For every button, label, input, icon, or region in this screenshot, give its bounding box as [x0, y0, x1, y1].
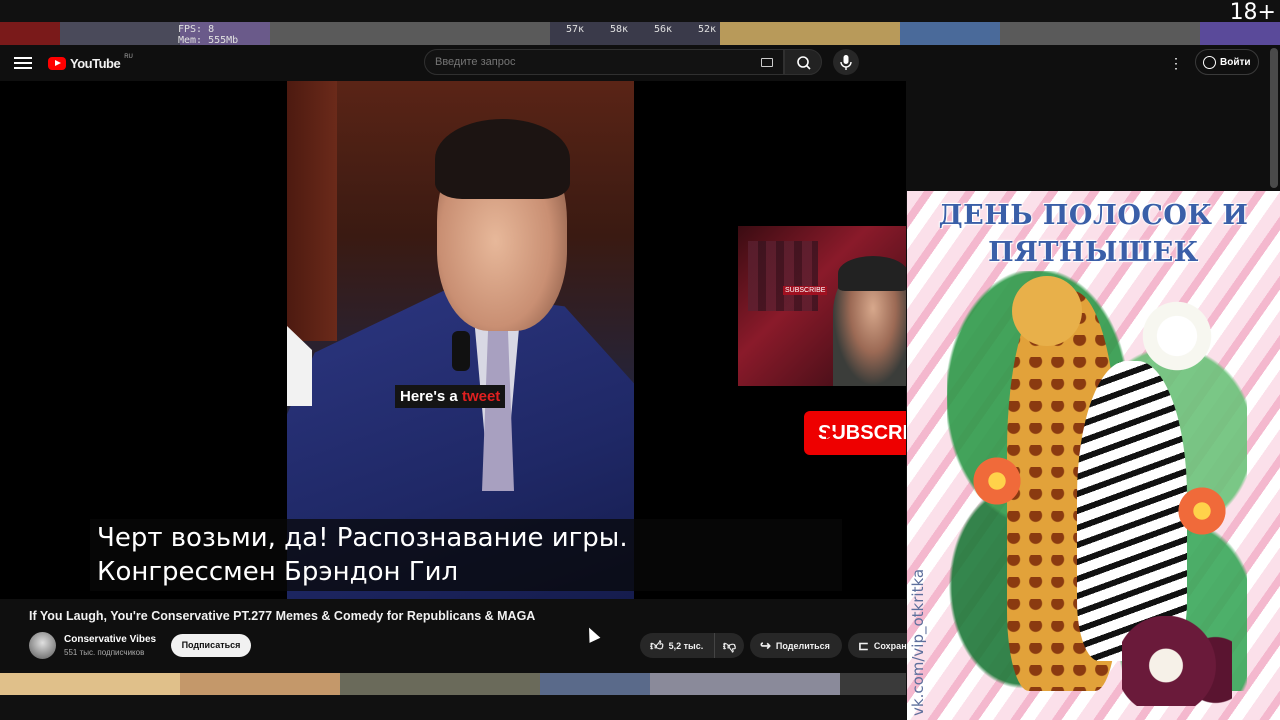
- game-tile: [0, 673, 180, 695]
- mangosteen-fruit: [1122, 616, 1232, 706]
- subtitle-line: Конгрессмен Брэндон Гил: [97, 557, 459, 587]
- game-tile: [1200, 22, 1280, 45]
- caption-accent: tweet: [461, 388, 501, 405]
- game-overlay-bottom: [0, 673, 906, 720]
- giraffe-head: [1012, 276, 1082, 346]
- caption-main: Here's a: [400, 388, 462, 405]
- subscriber-count: 551 тыс. подписчиков: [64, 648, 145, 657]
- background-wall: [287, 81, 337, 341]
- game-overlay-top: FPS: 8 Mem: 555Mb 57к 58к 56к 52к 18+: [0, 0, 1280, 45]
- like-count: 5,2 тыс.: [668, 640, 704, 651]
- share-label: Поделиться: [775, 640, 830, 651]
- flower: [1172, 481, 1232, 541]
- overlay-black-bar: [0, 0, 1280, 22]
- voice-search-button[interactable]: [833, 49, 859, 75]
- youtube-header: YouTube RU ⋮ Войти: [0, 45, 1268, 81]
- bookmark-icon: ⊏: [858, 638, 869, 653]
- search-button[interactable]: [784, 49, 822, 75]
- greeting-card-image: ДЕНЬ ПОЛОСОК И ПЯТНЫШЕК vk.com/vip_otkri…: [907, 191, 1280, 720]
- card-watermark: vk.com/vip_otkritka: [907, 531, 933, 716]
- age-rating-badge: 18+: [1229, 0, 1276, 25]
- game-tile: [270, 22, 550, 45]
- video-title: If You Laugh, You're Conservative PT.277…: [29, 609, 536, 623]
- game-tile: [340, 673, 540, 695]
- share-button[interactable]: ↪ Поделиться: [750, 633, 842, 658]
- subtitle-line: Черт возьми, да! Распознавание игры.: [97, 523, 628, 553]
- game-tile: [0, 22, 60, 45]
- search-input[interactable]: [435, 56, 735, 68]
- stat-value: 57к: [566, 24, 585, 35]
- facecam-sign: SUBSCRIBE: [783, 286, 828, 295]
- mem-counter: Mem: 555Mb: [178, 35, 239, 46]
- card-url: vk.com/vip_otkritka: [909, 568, 927, 716]
- facecam-hat: [838, 256, 906, 291]
- logo-text: YouTube: [70, 55, 121, 71]
- signin-button[interactable]: Войти: [1195, 49, 1259, 75]
- thumbs-up-icon: 👍︎: [650, 638, 664, 653]
- game-tile: [1000, 22, 1200, 45]
- game-tile: [540, 673, 650, 695]
- game-tile: [720, 22, 900, 45]
- logo-region: RU: [124, 54, 133, 60]
- stat-value: 52к: [698, 24, 717, 35]
- mouse-cursor: [583, 625, 601, 643]
- share-icon: ↪: [760, 638, 771, 653]
- card-title-line: ДЕНЬ ПОЛОСОК И: [938, 200, 1249, 231]
- card-title-line: ПЯТНЫШЕК: [988, 237, 1199, 268]
- keyboard-icon[interactable]: [761, 58, 773, 67]
- facecam: SUBSCRIBE: [738, 226, 906, 386]
- youtube-logo[interactable]: YouTube RU: [48, 54, 133, 72]
- subscribe-overlay: SUBSCRIBE: [804, 411, 906, 455]
- flower: [1137, 296, 1217, 376]
- hamburger-menu-icon[interactable]: [14, 54, 32, 72]
- facecam-shelf: [748, 241, 818, 311]
- video-info: If You Laugh, You're Conservative PT.277…: [0, 599, 928, 673]
- stat-value: 58к: [610, 24, 629, 35]
- channel-avatar[interactable]: [29, 632, 56, 659]
- save-label: Сохран: [873, 640, 907, 651]
- thumbs-down-icon: 👎︎: [722, 638, 737, 653]
- person-hair: [435, 119, 570, 199]
- scrollbar-thumb[interactable]: [1270, 48, 1278, 188]
- microphone: [452, 331, 470, 371]
- flower: [967, 451, 1027, 511]
- fps-counter: FPS: 8: [178, 24, 215, 35]
- card-title: ДЕНЬ ПОЛОСОК И ПЯТНЫШЕК: [907, 197, 1280, 271]
- microphone-icon: [840, 55, 852, 70]
- account-icon: [1203, 55, 1216, 69]
- signin-label: Войти: [1220, 56, 1251, 68]
- search-box[interactable]: [424, 49, 784, 75]
- game-tile: [840, 673, 906, 695]
- like-button[interactable]: 👍︎ 5,2 тыс.: [640, 633, 714, 658]
- subtitles: Черт возьми, да! Распознавание игры. Кон…: [90, 519, 842, 591]
- stat-value: 56к: [654, 24, 673, 35]
- youtube-play-icon: [48, 56, 66, 70]
- burned-in-caption: Here's a tweet: [395, 385, 506, 408]
- subscribe-button[interactable]: Подписаться: [171, 634, 251, 657]
- game-tile: [60, 22, 180, 45]
- video-player[interactable]: Here's a tweet SUBSCRIBE SUBSCRIBE Черт …: [0, 81, 906, 599]
- game-tile: [900, 22, 1000, 45]
- game-tile: [650, 673, 840, 695]
- overlay-black-bar: [0, 695, 906, 720]
- channel-name[interactable]: Conservative Vibes: [64, 634, 156, 645]
- game-tile: [180, 673, 340, 695]
- dislike-button[interactable]: 👎︎: [714, 633, 744, 658]
- search-icon: [797, 56, 811, 70]
- more-options-icon[interactable]: ⋮: [1166, 54, 1186, 72]
